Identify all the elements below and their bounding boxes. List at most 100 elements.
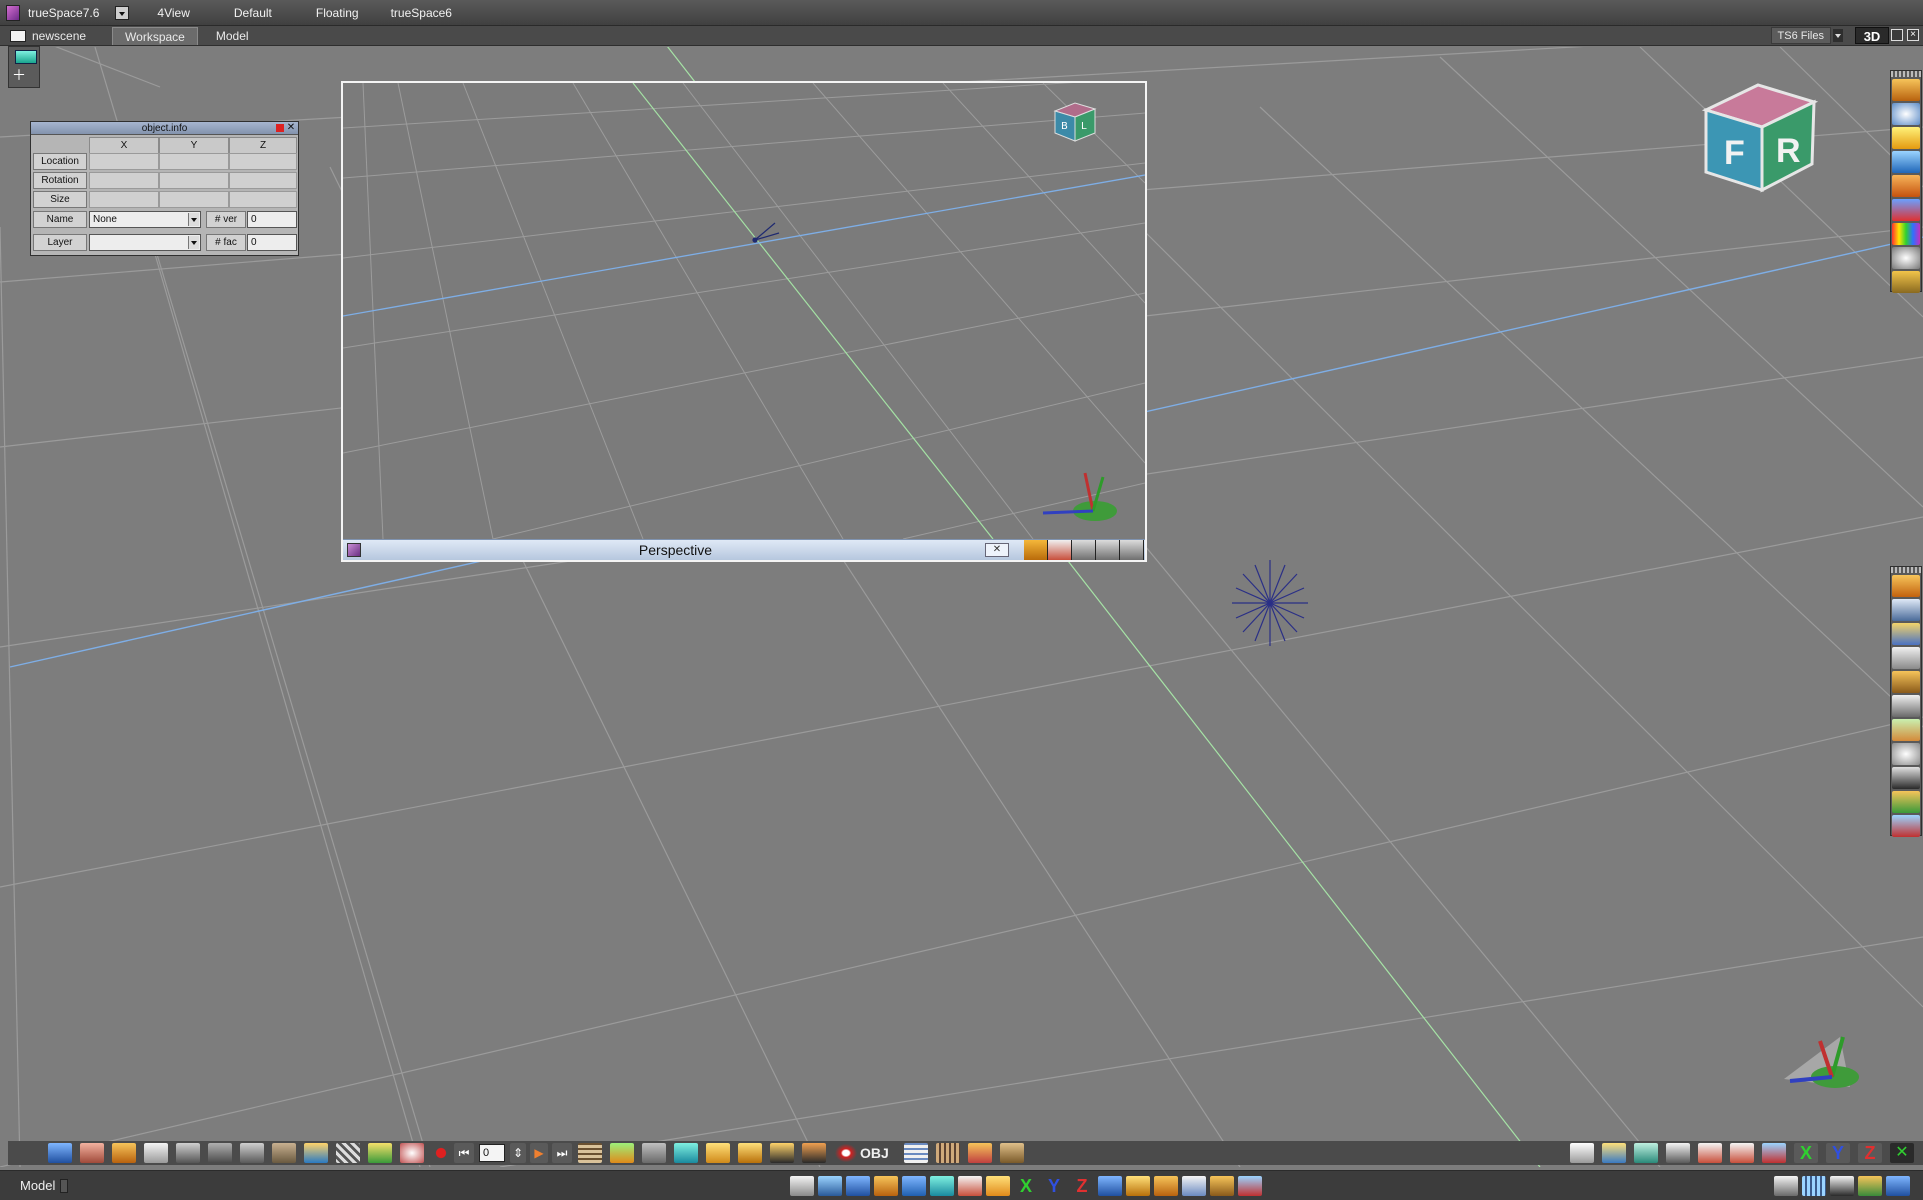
- size-y-field[interactable]: [159, 191, 229, 208]
- record-icon[interactable]: [432, 1143, 450, 1163]
- ts6-files-dropdown-icon[interactable]: [1833, 29, 1843, 42]
- all-axes-icon[interactable]: ✕: [1890, 1143, 1914, 1163]
- axes-icon[interactable]: [1892, 695, 1920, 717]
- paint-object-icon[interactable]: [80, 1143, 104, 1163]
- shape-icon[interactable]: [1892, 175, 1920, 197]
- layout-default[interactable]: Default: [202, 2, 284, 24]
- toolbar-grip[interactable]: [1891, 71, 1921, 77]
- chevron-down-icon[interactable]: [188, 236, 199, 249]
- glue-icon[interactable]: [770, 1143, 794, 1163]
- group-icon[interactable]: [1154, 1176, 1178, 1196]
- fast-forward-icon[interactable]: ⏭: [552, 1143, 572, 1163]
- table-icon[interactable]: [1802, 1176, 1826, 1196]
- layout-4view[interactable]: 4View: [137, 2, 201, 24]
- frame-input[interactable]: 0: [479, 1144, 505, 1162]
- close-window-icon[interactable]: ×: [1907, 29, 1919, 41]
- tab-model[interactable]: Model: [204, 27, 261, 45]
- rotation-x-field[interactable]: [89, 172, 159, 189]
- frame-stepper-icon[interactable]: ⇕: [510, 1143, 526, 1163]
- object-select-icon[interactable]: [15, 50, 37, 64]
- cube-edit-icon[interactable]: [1892, 719, 1920, 741]
- material-icon[interactable]: [304, 1143, 328, 1163]
- home-view-icon[interactable]: [1048, 540, 1072, 560]
- axes-toggle-icon[interactable]: [1762, 1143, 1786, 1163]
- zoom-view-icon[interactable]: [1120, 540, 1144, 560]
- unlink-icon[interactable]: [738, 1143, 762, 1163]
- import-icon[interactable]: [1892, 79, 1920, 101]
- pan-view-icon[interactable]: [1072, 540, 1096, 560]
- perspective-title-bar[interactable]: Perspective ✕: [343, 539, 1145, 560]
- lathe-icon[interactable]: [1892, 671, 1920, 693]
- navigation-cube[interactable]: F R: [1696, 80, 1826, 200]
- name-select[interactable]: None: [89, 211, 201, 228]
- pattern-icon[interactable]: [336, 1143, 360, 1163]
- brush-status-icon[interactable]: [1886, 1176, 1910, 1196]
- y-lock-icon[interactable]: Y: [1042, 1176, 1066, 1196]
- ts6-files-button[interactable]: TS6 Files: [1770, 27, 1831, 44]
- sphere-icon[interactable]: [1892, 103, 1920, 125]
- texture-icon[interactable]: [1892, 271, 1920, 293]
- rotation-y-field[interactable]: [159, 172, 229, 189]
- move-tool-icon[interactable]: [818, 1176, 842, 1196]
- grid-axes-icon[interactable]: [1892, 815, 1920, 837]
- 3d-paint-icon[interactable]: [1892, 575, 1920, 597]
- toolbar-grip[interactable]: [1891, 567, 1921, 573]
- layout-truespace6[interactable]: trueSpace6: [371, 2, 464, 24]
- folder-icon[interactable]: [1602, 1143, 1626, 1163]
- list-icon[interactable]: [904, 1143, 928, 1163]
- restore-window-icon[interactable]: [1891, 29, 1903, 41]
- zoom-icon[interactable]: [1892, 743, 1920, 765]
- plane-icon[interactable]: [144, 1143, 168, 1163]
- grid-icon[interactable]: [936, 1143, 960, 1163]
- panel-close-icon[interactable]: ✕: [286, 122, 296, 134]
- package-icon[interactable]: [1000, 1143, 1024, 1163]
- no-material-icon[interactable]: [1892, 199, 1920, 221]
- rotate-tool-icon[interactable]: [846, 1176, 870, 1196]
- house-icon[interactable]: [1730, 1143, 1754, 1163]
- rotation-z-field[interactable]: [229, 172, 297, 189]
- magnet-icon[interactable]: [834, 1143, 858, 1163]
- perspective-window[interactable]: B L Perspective ✕: [341, 81, 1147, 562]
- panel-menu-icon[interactable]: [276, 124, 284, 132]
- people-icon[interactable]: [1858, 1176, 1882, 1196]
- layer-select[interactable]: [89, 234, 201, 251]
- scene-name[interactable]: newscene: [30, 27, 98, 45]
- location-y-field[interactable]: [159, 153, 229, 170]
- paint-brush-icon[interactable]: [368, 1143, 392, 1163]
- render-object-icon[interactable]: [610, 1143, 634, 1163]
- primitive-cube-icon[interactable]: [112, 1143, 136, 1163]
- figure-icon[interactable]: [1892, 791, 1920, 813]
- snap-icon[interactable]: [1126, 1176, 1150, 1196]
- add-icon[interactable]: ＋: [12, 68, 36, 84]
- palette-icon[interactable]: [400, 1143, 424, 1163]
- ver-count-field[interactable]: 0: [247, 211, 297, 228]
- z-axis-icon[interactable]: Z: [1858, 1143, 1882, 1163]
- curve-icon[interactable]: [1098, 1176, 1122, 1196]
- one-x-icon[interactable]: [1892, 151, 1920, 173]
- layout-dropdown-icon[interactable]: [115, 5, 130, 20]
- scale-tool-icon[interactable]: [874, 1176, 898, 1196]
- play-icon[interactable]: ▶: [530, 1143, 548, 1163]
- wire-cube-icon[interactable]: [1634, 1143, 1658, 1163]
- x-axis-icon[interactable]: X: [1794, 1143, 1818, 1163]
- view-options-icon[interactable]: [1238, 1176, 1262, 1196]
- x-lock-icon[interactable]: X: [1014, 1176, 1038, 1196]
- export-icon[interactable]: [968, 1143, 992, 1163]
- bend-icon[interactable]: [1182, 1176, 1206, 1196]
- z-lock-icon[interactable]: Z: [1070, 1176, 1094, 1196]
- object-info-title-bar[interactable]: object.info ✕: [31, 122, 298, 135]
- model-icon[interactable]: [1892, 623, 1920, 645]
- size-z-field[interactable]: [229, 191, 297, 208]
- chevron-down-icon[interactable]: [188, 213, 199, 226]
- camera-icon[interactable]: [1892, 767, 1920, 789]
- location-z-field[interactable]: [229, 153, 297, 170]
- obj-export-button[interactable]: OBJ: [860, 1144, 889, 1162]
- window-icon[interactable]: [1774, 1176, 1798, 1196]
- sculpt-icon[interactable]: [240, 1143, 264, 1163]
- render-scene-icon[interactable]: [674, 1143, 698, 1163]
- fac-count-field[interactable]: 0: [247, 234, 297, 251]
- frame-select-icon[interactable]: [1666, 1143, 1690, 1163]
- home-status-icon[interactable]: [958, 1176, 982, 1196]
- timeline-icon[interactable]: [578, 1143, 602, 1163]
- size-x-field[interactable]: [89, 191, 159, 208]
